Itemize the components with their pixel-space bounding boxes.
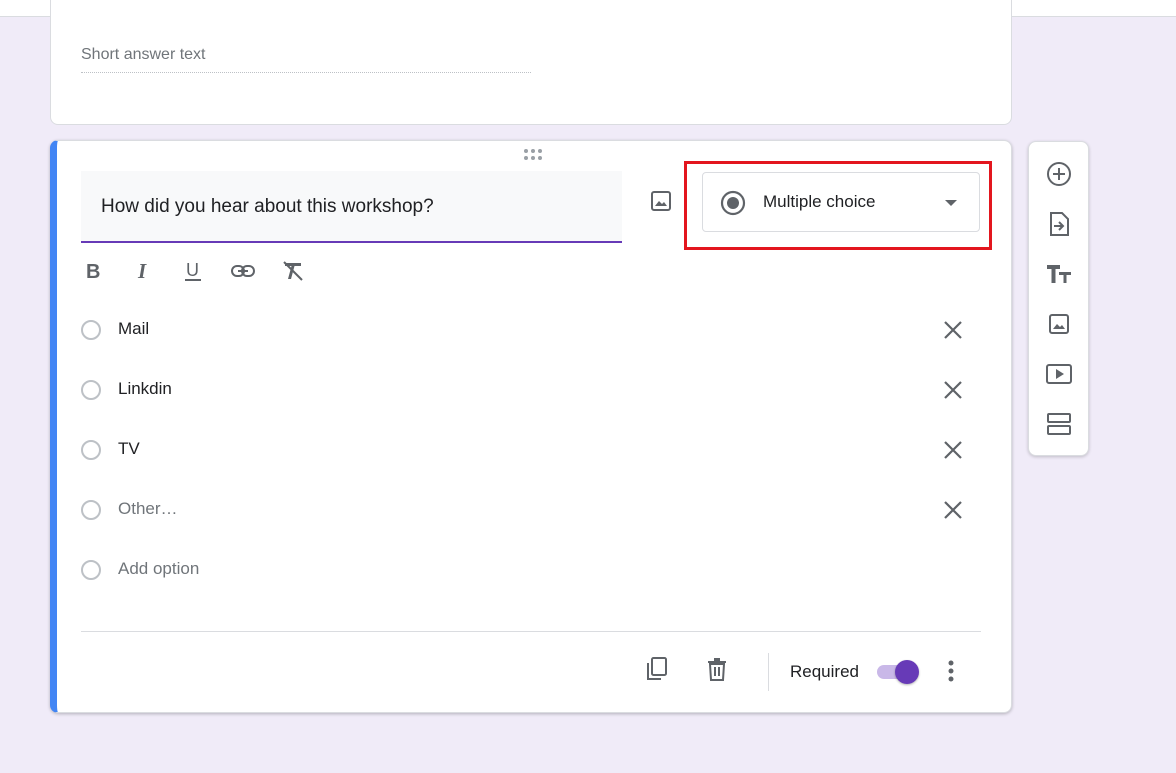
- previous-question-card[interactable]: Short answer text: [50, 0, 1012, 125]
- footer-separator: [768, 653, 769, 691]
- add-option-button[interactable]: Add option: [118, 559, 199, 579]
- option-row[interactable]: Mail: [81, 313, 981, 353]
- required-toggle[interactable]: [875, 659, 921, 685]
- italic-icon[interactable]: I: [125, 253, 161, 289]
- import-questions-icon[interactable]: [1041, 206, 1077, 242]
- radio-circle-icon: [81, 500, 101, 520]
- chevron-down-icon: [943, 198, 959, 208]
- question-title-text: How did you hear about this workshop?: [101, 196, 434, 217]
- close-icon[interactable]: [935, 432, 971, 468]
- svg-text:B: B: [86, 261, 100, 282]
- add-section-icon[interactable]: [1041, 406, 1077, 442]
- add-title-icon[interactable]: [1041, 256, 1077, 292]
- radio-circle-icon: [81, 440, 101, 460]
- other-option-label: Other…: [118, 499, 178, 518]
- other-option-row[interactable]: Other…: [81, 493, 981, 533]
- add-question-icon[interactable]: [1041, 156, 1077, 192]
- svg-text:U: U: [186, 260, 199, 280]
- option-label[interactable]: TV: [118, 439, 140, 459]
- close-icon[interactable]: [935, 492, 971, 528]
- svg-text:I: I: [137, 260, 147, 282]
- side-toolbar: [1028, 141, 1089, 456]
- question-type-dropdown[interactable]: Multiple choice: [702, 172, 980, 232]
- option-label[interactable]: Linkdin: [118, 379, 172, 399]
- required-label: Required: [790, 662, 859, 681]
- option-label[interactable]: Mail: [118, 319, 149, 339]
- drag-handle-icon[interactable]: [521, 147, 545, 163]
- delete-icon[interactable]: [699, 651, 735, 687]
- clear-format-icon[interactable]: [275, 253, 311, 289]
- short-answer-placeholder: Short answer text: [81, 46, 531, 73]
- radio-circle-icon: [81, 380, 101, 400]
- underline-icon[interactable]: U: [175, 253, 211, 289]
- toggle-thumb: [895, 660, 919, 684]
- add-image-icon[interactable]: [643, 183, 679, 219]
- close-icon[interactable]: [935, 372, 971, 408]
- footer-divider: [81, 631, 981, 632]
- radio-circle-icon: [81, 320, 101, 340]
- radio-button-icon: [720, 190, 746, 216]
- bold-icon[interactable]: B: [75, 253, 111, 289]
- option-row[interactable]: TV: [81, 433, 981, 473]
- close-icon[interactable]: [935, 312, 971, 348]
- option-row[interactable]: Linkdin: [81, 373, 981, 413]
- add-image-icon[interactable]: [1041, 306, 1077, 342]
- add-video-icon[interactable]: [1041, 356, 1077, 392]
- add-option-row[interactable]: Add option: [81, 553, 981, 593]
- active-question-card[interactable]: How did you hear about this workshop? Mu…: [50, 140, 1012, 713]
- radio-circle-icon: [81, 560, 101, 580]
- link-icon[interactable]: [225, 253, 261, 289]
- question-type-label: Multiple choice: [763, 192, 876, 211]
- question-title-field[interactable]: How did you hear about this workshop?: [81, 171, 622, 243]
- duplicate-icon[interactable]: [639, 651, 675, 687]
- more-options-icon[interactable]: [933, 653, 969, 689]
